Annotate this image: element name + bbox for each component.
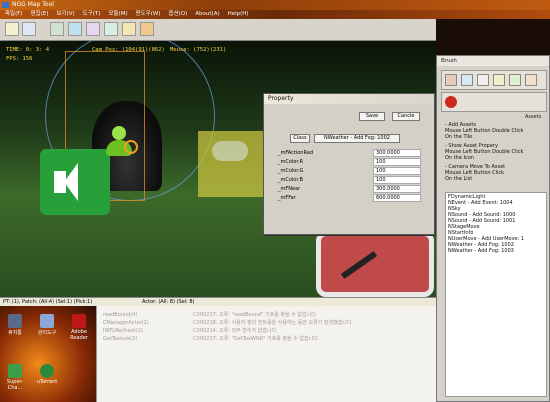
menu-edit[interactable]: 편집(E) [31, 11, 49, 17]
property-value-input[interactable]: 100 [373, 158, 421, 166]
bucket-icon[interactable] [477, 74, 489, 86]
eraser-icon[interactable] [461, 74, 473, 86]
terrain-icon[interactable] [104, 22, 118, 36]
app-icon [2, 2, 9, 8]
height-icon[interactable] [509, 74, 521, 86]
weather-asset-icon[interactable] [198, 131, 264, 197]
property-row: _mColor.G 100 [276, 167, 422, 175]
desktop-icon-utorrent[interactable]: uTorrent [36, 364, 58, 385]
paint-brush-icon[interactable] [445, 74, 457, 86]
super-charger-icon [8, 364, 22, 378]
brush-panel-title: Brush [437, 56, 549, 66]
desktop-icon-admin-tools[interactable]: 관리도구 [36, 314, 58, 336]
desktop-background: 휴지통 관리도구 Adobe Reader Super-Cha... uTorr… [0, 306, 96, 402]
image-icon[interactable] [68, 22, 82, 36]
fps-readout: FPS: 156 [6, 56, 33, 62]
menu-module[interactable]: 모듈(M) [108, 11, 127, 17]
save-icon[interactable] [22, 22, 36, 36]
save-button[interactable]: Save [359, 112, 385, 121]
window-title: NGG Map Tool [12, 1, 54, 8]
class-value-field[interactable]: NWeather - Add Fog: 1002 [314, 134, 400, 143]
property-dialog: Property Save Cancle Class NWeather - Ad… [263, 93, 435, 235]
asset-list-item[interactable]: NWeather - Add Fog: 1003 [448, 248, 544, 254]
smooth-icon[interactable] [493, 74, 505, 86]
utorrent-icon [40, 364, 54, 378]
property-row: _mFNear 300.0000 [276, 185, 422, 193]
output-log-panel: readBound(4) CX00217: 오류: "readBound" 기호를… [96, 306, 436, 402]
property-value-input[interactable]: 100 [373, 167, 421, 175]
property-row: _mFActionRad 300.0000 [276, 149, 422, 157]
camera-position-readout: Cam Pos: (104(91)(862) [92, 47, 165, 53]
mouse-position-readout: Mouse: (752)(231) [170, 47, 227, 53]
help-show-property: - Show Asset Propery Mouse Left Button D… [445, 143, 524, 161]
brush-swatch-row [441, 92, 547, 112]
log-row[interactable]: GetTexture(2) CX00217: 오류: "GetTexWNR" 기호… [103, 336, 423, 343]
status-patch: PT: (1), Patch: (All:4) (Sel:1) (Pick:1) [3, 299, 93, 305]
property-row: _mColor.R 100 [276, 158, 422, 166]
menu-view[interactable]: 보기(V) [56, 11, 74, 17]
assets-help-group: - Add Assets Mouse Left Button Double Cl… [445, 122, 547, 182]
class-button[interactable]: Class [290, 134, 310, 143]
desktop-icon-adobe-reader[interactable]: Adobe Reader [68, 314, 90, 341]
time-readout: TIME: 0: 3: 4 [6, 47, 50, 53]
help-add-assets: - Add Assets Mouse Left Button Double Cl… [445, 122, 524, 140]
property-row: _mColor.B 100 [276, 176, 422, 184]
window-titlebar: NGG Map Tool [0, 0, 550, 10]
menubar: 파일(F) 편집(E) 보기(V) 도구(T) 모듈(M) 윈도우(W) 옵션(O) Abou… [0, 10, 550, 19]
sound-asset-icon[interactable] [40, 149, 110, 215]
property-value-input[interactable]: 100 [373, 176, 421, 184]
log-row[interactable]: readBound(4) CX00217: 오류: "readBound" 기호를… [103, 312, 423, 319]
menu-options[interactable]: 옵션(O) [169, 11, 188, 17]
log-row[interactable]: IWFLRecheck(2) CX00214: 오류: 외부 변수가 없습니다. [103, 328, 423, 335]
cell-grid-icon[interactable] [122, 22, 136, 36]
property-value-input[interactable]: 600.0000 [373, 194, 421, 202]
menu-about[interactable]: About(A) [195, 11, 219, 17]
assets-label: Assets [525, 114, 542, 120]
flatten-icon[interactable] [525, 74, 537, 86]
adobe-reader-icon [72, 314, 86, 328]
recycle-bin-icon [8, 314, 22, 328]
status-bar: PT: (1), Patch: (All:4) (Sel:1) (Pick:1)… [0, 297, 436, 306]
property-value-input[interactable]: 300.0000 [373, 149, 421, 157]
cancel-button[interactable]: Cancle [392, 112, 420, 121]
menu-help[interactable]: Help(H) [228, 11, 249, 17]
menu-window[interactable]: 윈도우(W) [136, 11, 161, 17]
property-value-input[interactable]: 300.0000 [373, 185, 421, 193]
property-row: _mFFar 600.0000 [276, 194, 422, 202]
tile-select-icon[interactable] [140, 22, 154, 36]
menu-file[interactable]: 파일(F) [5, 11, 23, 17]
asset-list: FDynamicLight NEvent - Add Event: 1004 N… [445, 192, 547, 397]
control-panel-icon [40, 314, 54, 328]
open-folder-icon[interactable] [5, 22, 19, 36]
desktop-icon-super-cha[interactable]: Super-Cha... [4, 364, 26, 391]
grid-icon[interactable] [50, 22, 64, 36]
magic-wand-asset-icon[interactable] [316, 231, 434, 297]
layer-icon[interactable] [86, 22, 100, 36]
property-dialog-title: Property [264, 94, 434, 104]
log-row[interactable]: CManagerActor(1) CX00218: 오류: 사용자 정의 컨트롤을… [103, 320, 423, 327]
main-toolbar [0, 19, 436, 41]
desktop-icon-recycle-bin[interactable]: 휴지통 [4, 314, 26, 336]
brush-toolbar [441, 70, 547, 90]
brush-panel: Brush Assets - Add Assets Mouse Left But… [436, 55, 550, 402]
user-asset-icon[interactable] [106, 126, 140, 162]
red-apple-icon[interactable] [445, 96, 457, 108]
menu-tools[interactable]: 도구(T) [83, 11, 101, 17]
help-camera-move: - Camera Move To Asset Mouse Left Button… [445, 164, 506, 182]
